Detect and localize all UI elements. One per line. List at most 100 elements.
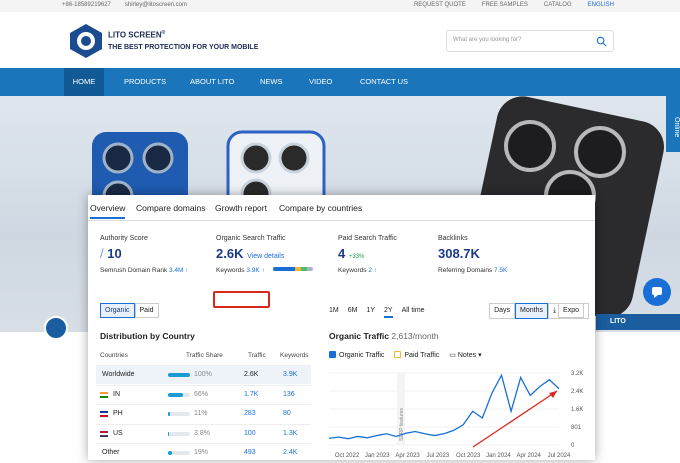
y-tick-label: 0 [571, 443, 575, 449]
legend-organic[interactable]: Organic Traffic [329, 351, 384, 359]
request-quote-link[interactable]: REQUEST QUOTE [414, 2, 466, 8]
export-button[interactable]: ⤓ Expo [548, 303, 589, 319]
nav-products[interactable]: PRODUCTS [124, 68, 166, 96]
distribution-panel: Organic Paid Distribution by Country Cou… [96, 295, 311, 455]
traffic-value[interactable]: 493 [244, 449, 256, 456]
legend-paid[interactable]: Paid Traffic [394, 351, 439, 359]
tab-compare-countries[interactable]: Compare by countries [279, 203, 362, 213]
organic-traffic-metric: Organic Search Traffic 2.6K View details… [216, 235, 313, 274]
granularity-toggle: Days Months ⤓ Expo [489, 303, 589, 319]
phone-text[interactable]: +86-18589219627 [62, 2, 111, 8]
flag-icon [100, 411, 108, 417]
badge-icon[interactable] [44, 316, 68, 340]
keywords-value[interactable]: 3.9K [283, 371, 297, 378]
legend-notes[interactable]: ▭ Notes ▾ [449, 351, 481, 359]
organic-paid-toggle: Organic Paid [100, 303, 159, 318]
keywords-value[interactable]: 2.4K [283, 449, 297, 456]
paid-toggle[interactable]: Paid [135, 303, 159, 318]
country-name: Other [102, 449, 120, 456]
traffic-share-bar [168, 373, 190, 377]
nav-home[interactable]: HOME [64, 68, 104, 96]
organic-traffic-line [329, 375, 559, 438]
traffic-share: 100% [194, 371, 212, 378]
metrics-row: Authority Score / 10 Semrush Domain Rank… [88, 221, 595, 285]
language-select[interactable]: ENGLISH [588, 2, 614, 8]
x-tick-label: Apr 2024 [517, 453, 542, 459]
x-tick-label: Jan 2023 [365, 453, 390, 459]
table-row[interactable]: US 3.8% 100 1.3K [96, 424, 311, 443]
semrush-overview-card: Overview Compare domains Growth report C… [88, 195, 595, 460]
top-bar: +86-18589219627 shirley@litoscreen.com R… [0, 0, 680, 12]
range-6m[interactable]: 6M [348, 307, 358, 318]
nav-contact[interactable]: CONTACT US [360, 68, 408, 96]
online-tab[interactable]: Online [666, 96, 680, 152]
x-tick-label: Jul 2024 [548, 453, 571, 459]
table-row[interactable]: PH 11% 283 80 [96, 404, 311, 423]
country-name: PH [113, 410, 123, 417]
range-1m[interactable]: 1M [329, 307, 339, 318]
organic-toggle[interactable]: Organic [100, 303, 135, 318]
x-tick-label: Oct 2023 [456, 453, 481, 459]
traffic-share: 66% [194, 391, 208, 398]
flag-icon [100, 392, 108, 398]
catalog-link[interactable]: CATALOG [544, 2, 572, 8]
authority-score-metric: Authority Score / 10 Semrush Domain Rank… [100, 235, 189, 274]
distribution-title: Distribution by Country [100, 331, 195, 341]
traffic-share-bar [168, 393, 190, 397]
nav-about[interactable]: ABOUT LITO [190, 68, 234, 96]
table-row[interactable]: Worldwide100%2.6K3.9K [96, 365, 311, 384]
backlinks-metric: Backlinks 308.7K Referring Domains 7.5K [438, 235, 507, 274]
organic-traffic-title: Organic Traffic 2,613/month [329, 331, 439, 341]
keywords-value[interactable]: 80 [283, 410, 291, 417]
view-details-link[interactable]: View details [247, 253, 284, 260]
traffic-share: 3.8% [194, 430, 210, 437]
brand-name: LITO SCREEN® [108, 30, 165, 40]
x-tick-label: Jul 2023 [427, 453, 450, 459]
keywords-value[interactable]: 1.3K [283, 430, 297, 437]
site-header: LITO SCREEN® THE BEST PROTECTION FOR YOU… [0, 12, 680, 68]
tab-compare-domains[interactable]: Compare domains [136, 203, 205, 213]
organic-traffic-chart[interactable]: 3.2K2.4K1.6K8010Oct 2022Jan 2023Apr 2023… [323, 365, 595, 463]
serp-label: SERP features [399, 408, 405, 441]
lito-footer-bar[interactable]: LITO [596, 314, 680, 330]
table-row[interactable]: IN 66% 1.7K 136 [96, 385, 311, 404]
traffic-value[interactable]: 100 [244, 430, 256, 437]
traffic-value[interactable]: 1.7K [244, 391, 258, 398]
range-2y[interactable]: 2Y [384, 307, 393, 318]
traffic-share-bar [168, 451, 190, 455]
table-header: Countries Traffic Share Traffic Keywords [100, 352, 311, 364]
chat-button[interactable] [643, 278, 671, 306]
table-row[interactable]: Other19%4932.4K [96, 443, 311, 462]
traffic-value: 2.6K [244, 371, 258, 378]
y-tick-label: 2.4K [571, 389, 583, 395]
x-tick-label: Oct 2022 [335, 453, 360, 459]
trend-arrowhead [549, 391, 557, 398]
country-name: IN [113, 391, 120, 398]
time-range-selector: 1M 6M 1Y 2Y All time [329, 307, 425, 318]
chat-icon [643, 278, 671, 306]
traffic-value[interactable]: 283 [244, 410, 256, 417]
keywords-value[interactable]: 136 [283, 391, 295, 398]
email-text[interactable]: shirley@litoscreen.com [125, 2, 187, 8]
tab-growth-report[interactable]: Growth report [215, 203, 267, 213]
traffic-share-bar [168, 432, 190, 436]
lion-logo-icon[interactable] [68, 24, 104, 58]
paid-traffic-metric: Paid Search Traffic 4 +33% Keywords 2 ↑ [338, 235, 397, 274]
nav-news[interactable]: NEWS [260, 68, 283, 96]
range-1y[interactable]: 1Y [366, 307, 375, 318]
country-name: US [113, 430, 123, 437]
months-toggle[interactable]: Months [515, 303, 548, 319]
nav-video[interactable]: VIDEO [309, 68, 332, 96]
x-tick-label: Apr 2023 [395, 453, 420, 459]
traffic-share-bar [168, 412, 190, 416]
range-all-time[interactable]: All time [402, 307, 425, 318]
search-icon[interactable] [596, 36, 607, 47]
tab-bar: Overview Compare domains Growth report C… [88, 195, 595, 221]
free-samples-link[interactable]: FREE SAMPLES [482, 2, 528, 8]
flag-icon [100, 431, 108, 437]
days-toggle[interactable]: Days [489, 303, 515, 319]
tab-overview[interactable]: Overview [90, 203, 125, 219]
y-tick-label: 1.6K [571, 407, 583, 413]
traffic-share: 11% [194, 410, 208, 417]
search-input[interactable]: What are you looking for? [446, 30, 614, 52]
